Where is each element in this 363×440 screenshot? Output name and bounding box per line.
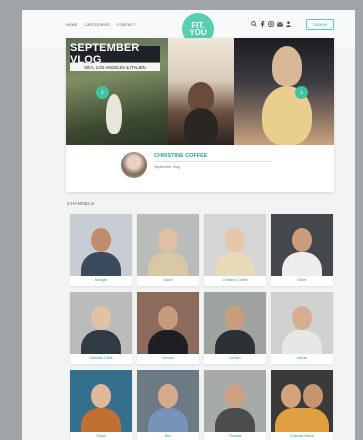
email-icon[interactable] [277, 21, 283, 29]
person-figure [106, 94, 122, 134]
channel-card[interactable]: Christine Coffee [204, 214, 266, 286]
nav-link-categories[interactable]: Categories [85, 23, 110, 27]
user-icon[interactable] [286, 21, 291, 29]
person-head [91, 228, 111, 252]
person-head [292, 306, 312, 330]
channel-photo [271, 292, 333, 354]
channel-photo [137, 292, 199, 354]
person-head [303, 384, 323, 408]
sign-in-button[interactable]: Sign in [306, 19, 334, 30]
person-body [215, 408, 255, 432]
page: Home Categories Contact FIT. YOU [22, 10, 355, 440]
search-icon[interactable] [251, 21, 257, 29]
person-figure [184, 108, 218, 145]
slide-image-portrait [234, 38, 334, 145]
channel-name[interactable]: Nathalie Class [70, 356, 132, 360]
person-head [281, 384, 301, 408]
channel-photo [204, 370, 266, 432]
person-body [81, 252, 121, 276]
person-head [91, 306, 111, 330]
featured-title: SEPTEMBER VLOG [70, 42, 160, 66]
person-head [292, 228, 312, 252]
slider-prev-button[interactable]: ‹ [96, 86, 109, 99]
channel-card[interactable]: Sarah [137, 214, 199, 286]
person-body [282, 330, 322, 354]
nav-link-home[interactable]: Home [66, 23, 78, 27]
person-body [81, 408, 121, 432]
channel-name[interactable]: Neo [137, 434, 199, 438]
person-head [158, 384, 178, 408]
channel-card[interactable]: Oliver [271, 214, 333, 286]
channel-card[interactable]: Adrian [271, 292, 333, 364]
channel-card[interactable]: Morgan [70, 214, 132, 286]
person-body [275, 408, 329, 432]
person-body [148, 408, 188, 432]
channel-card[interactable]: Sarah [70, 370, 132, 440]
channel-photo [204, 292, 266, 354]
featured-card[interactable]: SEPTEMBER VLOG MCA, LOS ANGELES & ITALIE… [66, 38, 334, 192]
person-head [225, 306, 245, 330]
slider-next-button[interactable]: › [295, 86, 308, 99]
featured-author: CHRISTINE COFFEE September Vlog [121, 148, 334, 188]
person-head [225, 384, 245, 408]
slide-image-cafe [168, 38, 234, 145]
channel-photo [271, 214, 333, 276]
channel-photo [70, 370, 132, 432]
featured-subtitle: MCA, LOS ANGELES & ITALIEN [70, 63, 160, 71]
channel-name[interactable]: Hernan [137, 356, 199, 360]
author-subtitle: September Vlog [154, 165, 180, 169]
person-body [148, 252, 188, 276]
person-head [158, 228, 178, 252]
author-name[interactable]: CHRISTINE COFFEE [154, 153, 207, 159]
channel-card[interactable]: Thomas [204, 370, 266, 440]
channel-name[interactable]: Thomas [204, 434, 266, 438]
channel-name[interactable]: Adrian [271, 356, 333, 360]
channel-card[interactable]: Neo [137, 370, 199, 440]
channel-card[interactable]: Nathalie Class [70, 292, 132, 364]
channel-name[interactable]: Morgan [70, 278, 132, 282]
person-body [81, 330, 121, 354]
channel-name[interactable]: Oliver [271, 278, 333, 282]
channel-name[interactable]: Christine Coffee [204, 278, 266, 282]
person-body [282, 252, 322, 276]
facebook-icon[interactable] [260, 21, 265, 29]
person-head [91, 384, 111, 408]
person-figure [272, 46, 302, 86]
channel-card[interactable]: Hernan [137, 292, 199, 364]
channel-photo [70, 214, 132, 276]
channels-heading: CHANNELS [67, 201, 95, 206]
instagram-icon[interactable] [268, 21, 274, 29]
channel-name[interactable]: Sarah [70, 434, 132, 438]
channel-name[interactable]: Jochen [204, 356, 266, 360]
channel-name[interactable]: Sarah [137, 278, 199, 282]
person-body [148, 330, 188, 354]
person-head [225, 228, 245, 252]
logo-text-bottom: YOU [189, 28, 207, 37]
channel-photo [271, 370, 333, 432]
nav-icons [251, 21, 291, 29]
channel-photo [137, 370, 199, 432]
channel-photo [204, 214, 266, 276]
person-body [215, 252, 255, 276]
channel-photo [70, 292, 132, 354]
channel-photo [137, 214, 199, 276]
nav-link-contact[interactable]: Contact [117, 23, 136, 27]
divider [154, 161, 272, 162]
featured-slider: SEPTEMBER VLOG MCA, LOS ANGELES & ITALIE… [66, 38, 334, 145]
person-head [158, 306, 178, 330]
person-body [215, 330, 255, 354]
channel-card[interactable]: Jochen [204, 292, 266, 364]
nav-links: Home Categories Contact [66, 23, 135, 27]
channel-name[interactable]: Channel Name [271, 434, 333, 438]
channel-card[interactable]: Channel Name [271, 370, 333, 440]
avatar[interactable] [121, 152, 147, 178]
